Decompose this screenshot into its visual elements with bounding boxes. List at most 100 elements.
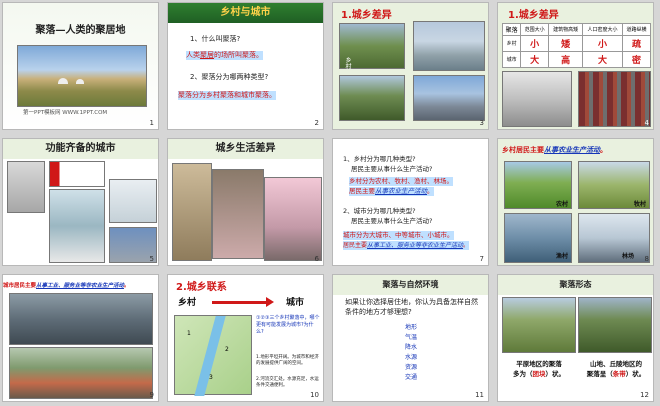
slide-number: 8	[644, 255, 649, 263]
service-workers-photo	[9, 347, 153, 399]
table-cell: 高	[548, 51, 584, 68]
caption-answer: 团块	[532, 370, 546, 378]
hospital-photo	[49, 189, 105, 263]
grassland-photo	[17, 45, 147, 107]
arrow-head-icon	[266, 297, 274, 307]
table-cell: 小	[520, 35, 550, 52]
settlement-map: 1 2 3	[174, 315, 252, 396]
slide-number: 6	[314, 255, 319, 263]
rural-life-photo	[172, 163, 212, 261]
slide-thumbnail-8[interactable]: 乡村居民主要从事农业生产活动。 农村 牧村 渔村 林场 8	[497, 138, 654, 266]
caption-answer: 条带	[612, 370, 626, 378]
slide-thumbnail-10[interactable]: 2.城乡联系 乡村 城市 1 2 3 ①②③三个乡村聚落中，哪个更有可能发展为城…	[167, 274, 324, 402]
answer-2-sub-emphasis: 从事工业、服务业等非农业生产活动	[367, 242, 464, 249]
city-label: 城市	[286, 298, 305, 308]
question-2: 2、聚落分为哪两种类型?	[190, 73, 269, 81]
answer-1-suffix: 的场所叫聚落。	[214, 51, 263, 59]
slide-title: 乡村与城市	[220, 7, 271, 18]
slide-number: 2	[314, 119, 319, 127]
mountain-village-photo	[339, 75, 405, 121]
slide-number: 11	[475, 391, 484, 399]
table-header-cell: 道路纵横	[622, 23, 651, 36]
factory-workers-photo	[9, 293, 153, 345]
answer-1-sub-emphasis: 从事农业生产活动	[375, 187, 427, 195]
slide-number: 12	[640, 391, 649, 399]
table-header-cell: 范围大小	[520, 23, 550, 36]
slide-sorter-grid: 聚落—人类的聚居地 第一PPT模板网 WWW.1PPT.COM 1 乡村与城市 …	[0, 0, 660, 406]
plain-settlement-photo	[502, 297, 576, 353]
dense-city-photo	[578, 71, 651, 127]
slide-title: 1.城乡差异	[341, 10, 392, 21]
map-marker-2: 2	[225, 346, 229, 353]
slide-title: 功能齐备的城市	[45, 143, 116, 154]
slide-thumbnail-4[interactable]: 1.城乡差异 聚落 范围大小 建筑物高矮 人口密度大小 道路纵横 乡村 小 矮 …	[497, 2, 654, 130]
doctors-photo	[109, 179, 157, 223]
arrow-right-icon	[212, 301, 268, 304]
title-emphasis: 从事农业生产活动	[544, 146, 600, 154]
slide-number: 4	[644, 119, 649, 127]
slide-number: 9	[149, 391, 154, 399]
question-2-sub: 居民主要从事什么生产活动?	[351, 217, 433, 225]
template-footer: 第一PPT模板网 WWW.1PPT.COM	[23, 110, 108, 116]
answer-1-sub: 居民主要从事农业生产活动。	[349, 187, 434, 196]
river-line	[194, 316, 226, 396]
title-emphasis: 从事工业、服务业等非农业生产活动	[36, 283, 125, 289]
slide-thumbnail-5[interactable]: 功能齐备的城市 5	[2, 138, 159, 266]
square-dance-photo	[264, 177, 322, 261]
list-item: 降水	[405, 344, 418, 351]
slide-number: 1	[149, 119, 154, 127]
slide-title: 2.城乡联系	[176, 282, 227, 293]
map-question: ①②③三个乡村聚落中，哪个更有可能发展为城市?为什么?	[256, 315, 320, 335]
table-cell: 密	[622, 51, 651, 68]
map-answer-2: 2.河流交汇处。水源充足，水运条件交通便利。	[256, 377, 319, 388]
yurt-icon	[58, 78, 68, 84]
map-answer-1: 1.地形平坦开阔。为城市和经济的发展提供广阔的空间。	[256, 355, 319, 366]
table-cell: 城市	[501, 51, 522, 68]
slide-thumbnail-1[interactable]: 聚落—人类的聚居地 第一PPT模板网 WWW.1PPT.COM 1	[2, 2, 159, 130]
table-header-cell: 聚落	[501, 23, 522, 36]
answer-1-prefix: 人类	[186, 51, 200, 59]
answer-2-sub-prefix: 居民主要	[343, 242, 368, 249]
photo-label-fishing: 渔村	[556, 253, 569, 260]
bank-photo	[7, 161, 45, 213]
photo-label-forest: 林场	[622, 253, 635, 260]
title-prefix: 城市居民主要	[3, 283, 37, 289]
slide-number: 5	[149, 255, 154, 263]
slide-title: 1.城乡差异	[508, 10, 559, 21]
slide-title: 聚落—人类的聚居地	[35, 25, 126, 36]
slide-thumbnail-7[interactable]: 1、乡村分为哪几种类型? 居民主要从事什么生产活动? 乡村分为农村、牧村、渔村、…	[332, 138, 489, 266]
list-item: 气温	[405, 334, 418, 341]
slide-thumbnail-2[interactable]: 乡村与城市 1、什么叫聚落? 人类聚居的场所叫聚落。 2、聚落分为哪两种类型? …	[167, 2, 324, 130]
slide-thumbnail-12[interactable]: 聚落形态 平原地区的聚落 多为（团块）状。 山地、丘陵地区的 聚落呈（条带）状。…	[497, 274, 654, 402]
list-item: 地形	[405, 324, 418, 331]
table-cell: 乡村	[501, 35, 522, 52]
photo-label-pasture: 牧村	[634, 201, 647, 208]
village-label: 乡村	[344, 57, 351, 69]
table-header-row: 聚落 范围大小 建筑物高矮 人口密度大小 道路纵横	[501, 23, 651, 36]
title-suffix: 。	[600, 146, 607, 154]
slide-thumbnail-9[interactable]: 城市居民主要从事工业、服务业等非农业生产活动。 9	[2, 274, 159, 402]
answer-1: 人类聚居的场所叫聚落。	[186, 51, 263, 60]
slide-title: 聚落形态	[559, 280, 592, 289]
list-item: 水源	[405, 354, 418, 361]
bank-sign-photo	[49, 161, 105, 187]
slide-thumbnail-6[interactable]: 城乡生活差异 6	[167, 138, 324, 266]
table-cell: 大	[582, 51, 624, 68]
answer-2: 聚落分为乡村聚落和城市聚落。	[178, 91, 276, 100]
slide-number: 3	[479, 119, 484, 127]
slide-number: 7	[479, 255, 484, 263]
slide-thumbnail-3[interactable]: 1.城乡差异 乡村 3	[332, 2, 489, 130]
mountain-caption: 山地、丘陵地区的 聚落呈（条带）状。	[578, 359, 653, 379]
title-prefix: 乡村居民主要	[502, 146, 544, 154]
mountain-caption-line-2: 聚落呈（条带）状。	[578, 369, 653, 379]
street-dance-photo	[212, 169, 264, 259]
list-item: 资源	[405, 364, 418, 371]
caption-text: ）状。	[545, 370, 566, 378]
photo-label-farm: 农村	[556, 201, 569, 208]
answer-2-sub-suffix: 。	[463, 242, 470, 249]
table-row: 城市 大 高 大 密	[501, 51, 651, 68]
list-item: 交通	[405, 374, 418, 381]
rural-label: 乡村	[178, 298, 197, 308]
answer-1-keyword: 聚居	[200, 51, 214, 59]
slide-thumbnail-11[interactable]: 聚落与自然环境 如果让你选择居住地，你认为具备怎样自然条件的地方才够理想? 地形…	[332, 274, 489, 402]
